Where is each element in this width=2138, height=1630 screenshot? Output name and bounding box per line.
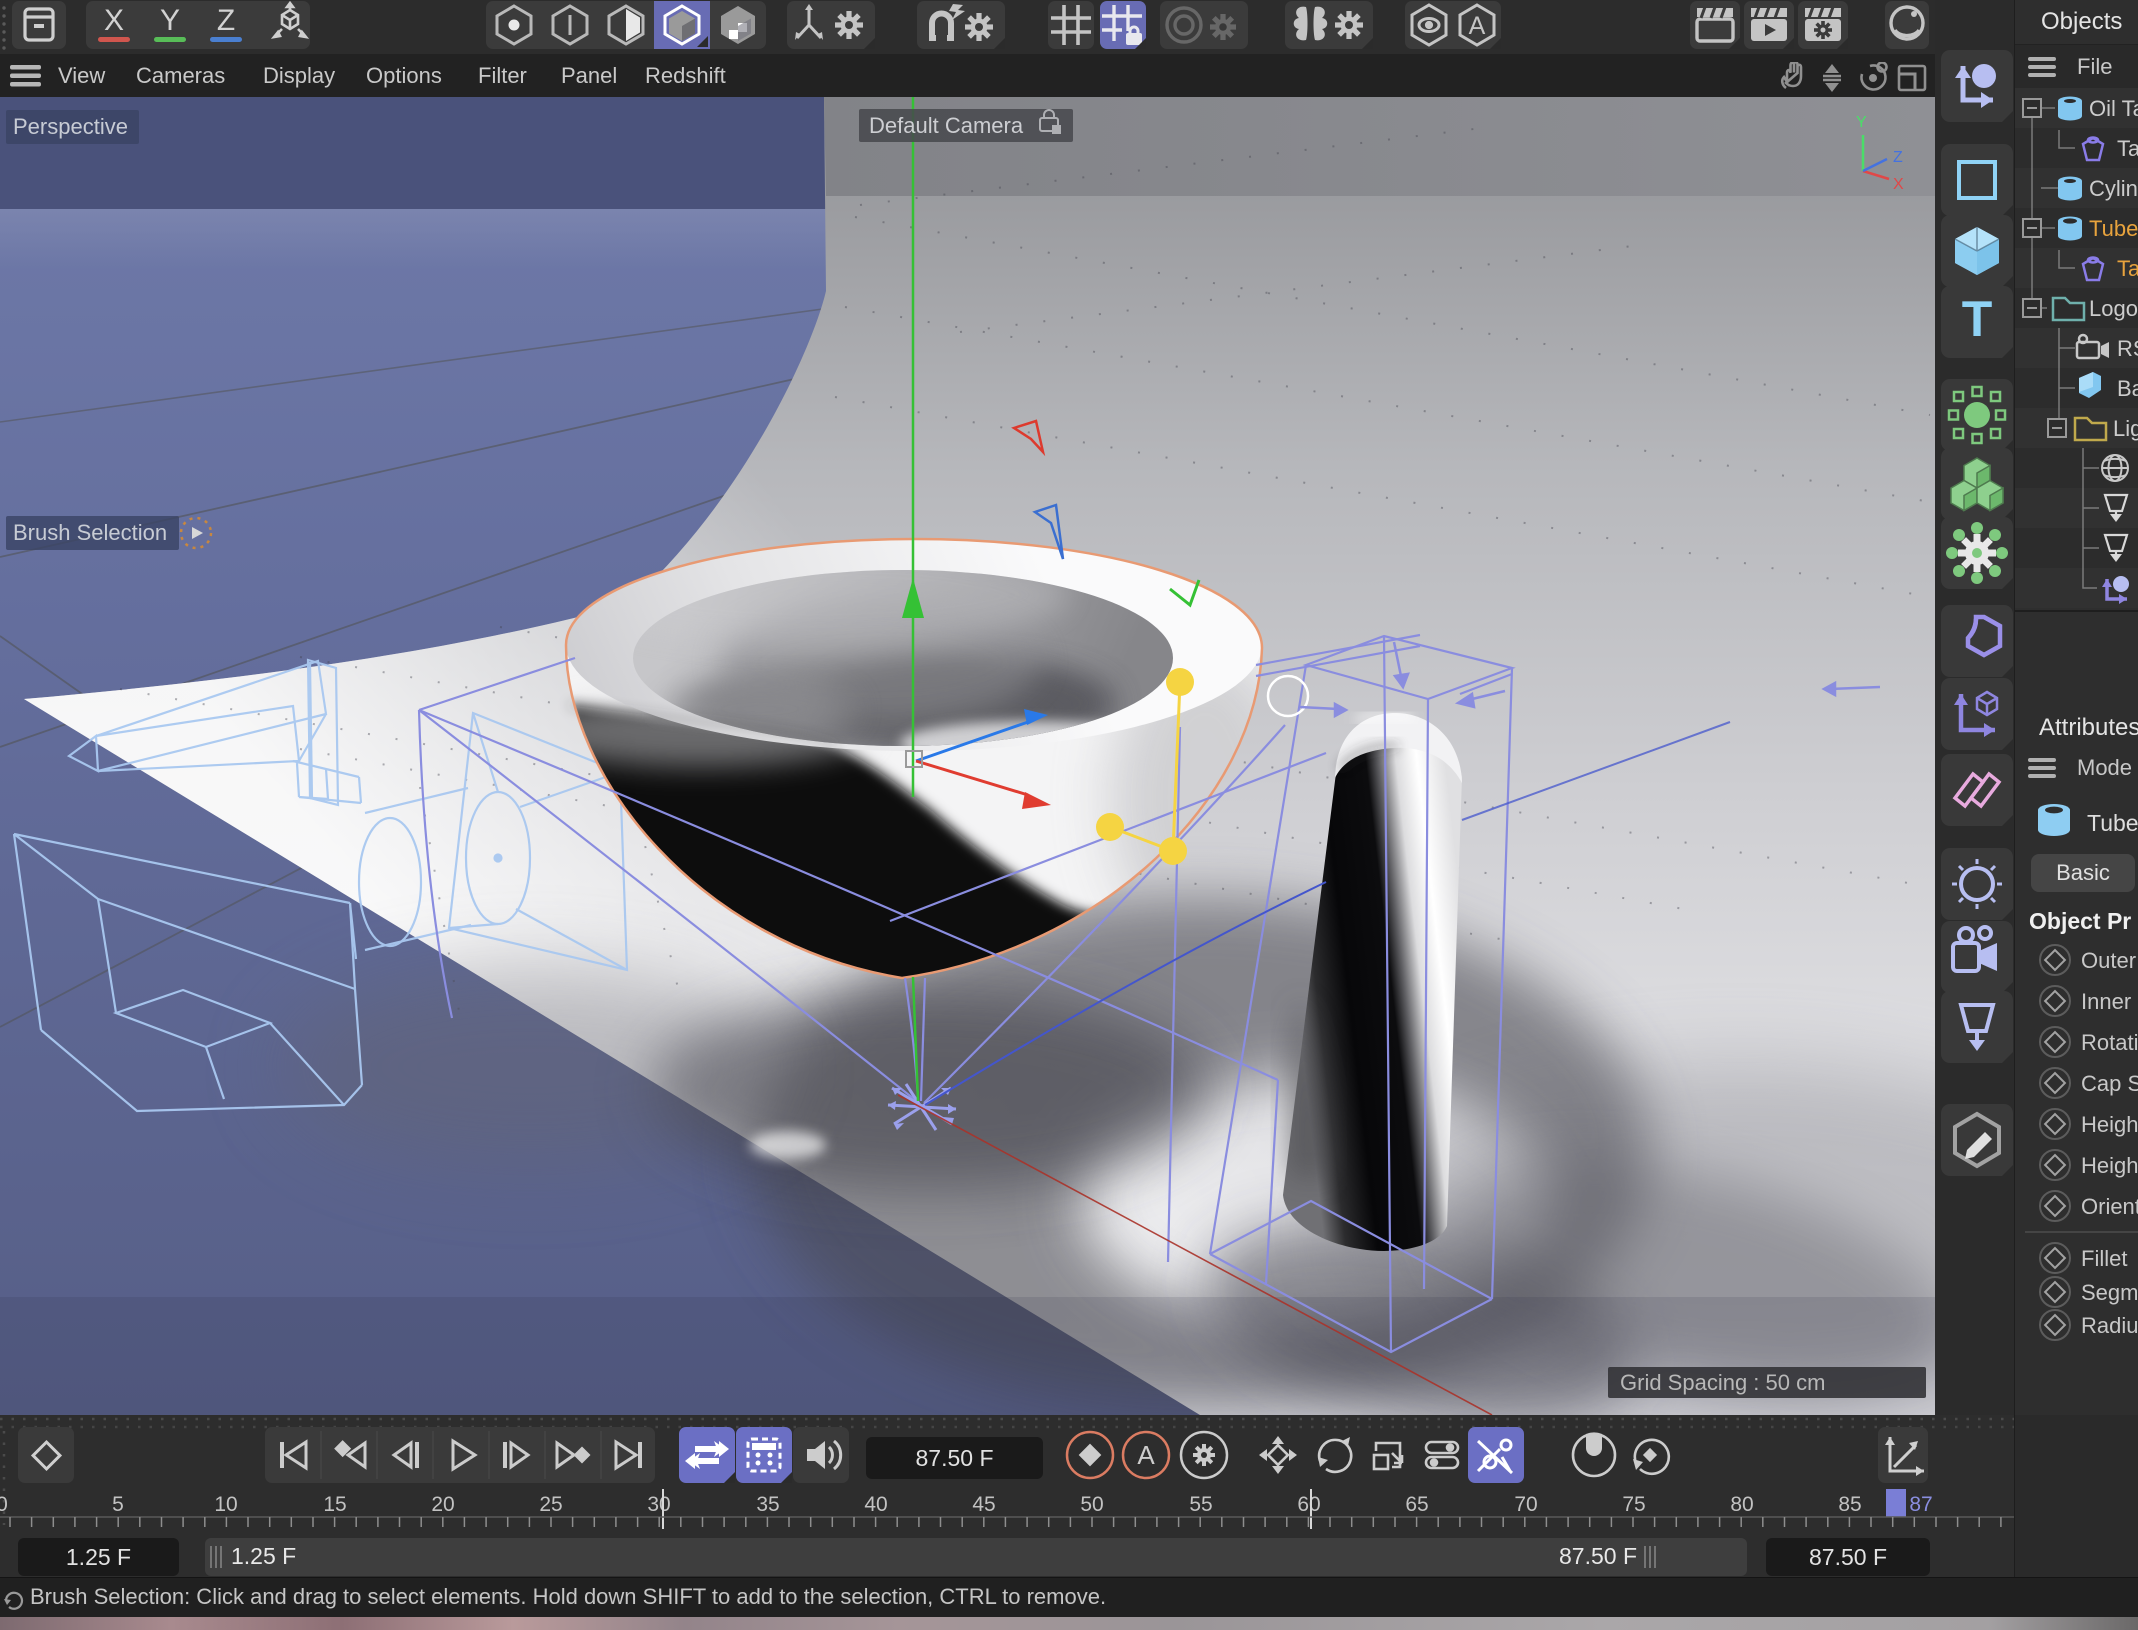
svg-text:Default Camera: Default Camera [869, 113, 1024, 138]
svg-text:Oil Ta: Oil Ta [2089, 96, 2138, 121]
svg-text:Ba: Ba [2117, 376, 2138, 401]
svg-text:65: 65 [1405, 1493, 1428, 1516]
svg-text:Rotatio: Rotatio [2081, 1030, 2138, 1055]
svg-text:Y: Y [1856, 114, 1867, 131]
svg-text:15: 15 [323, 1493, 346, 1516]
svg-text:0: 0 [0, 1493, 8, 1516]
svg-text:Brush Selection: Brush Selection [13, 520, 167, 545]
svg-text:Y: Y [160, 4, 180, 37]
svg-text:20: 20 [431, 1493, 454, 1516]
svg-text:X: X [104, 4, 124, 37]
svg-text:RS: RS [2117, 336, 2138, 361]
svg-text:Lig: Lig [2113, 416, 2138, 441]
svg-text:Segme: Segme [2081, 1280, 2138, 1305]
svg-text:Z: Z [217, 4, 235, 37]
svg-text:Logo: Logo [2089, 296, 2138, 321]
svg-text:85: 85 [1838, 1493, 1861, 1516]
svg-text:87: 87 [1909, 1493, 1932, 1516]
svg-text:75: 75 [1622, 1493, 1645, 1516]
svg-text:Z: Z [1893, 149, 1903, 166]
svg-text:A: A [1469, 12, 1486, 40]
svg-text:40: 40 [864, 1493, 887, 1516]
svg-text:Grid Spacing : 50 cm: Grid Spacing : 50 cm [1620, 1370, 1825, 1395]
svg-text:Height: Height [2081, 1153, 2138, 1178]
svg-text:5: 5 [112, 1493, 124, 1516]
svg-text:Height: Height [2081, 1112, 2138, 1137]
svg-text:Cylin: Cylin [2089, 176, 2138, 201]
svg-text:Ta: Ta [2117, 256, 2138, 281]
svg-text:30: 30 [647, 1493, 670, 1516]
svg-text:A: A [1137, 1440, 1155, 1470]
svg-text:55: 55 [1189, 1493, 1212, 1516]
svg-text:Perspective: Perspective [13, 114, 128, 139]
svg-text:Fillet: Fillet [2081, 1246, 2127, 1271]
svg-text:X: X [1893, 176, 1904, 193]
svg-text:25: 25 [539, 1493, 562, 1516]
svg-text:50: 50 [1080, 1493, 1103, 1516]
svg-text:60: 60 [1297, 1493, 1320, 1516]
svg-text:Outer: Outer [2081, 948, 2136, 973]
svg-text:80: 80 [1730, 1493, 1753, 1516]
svg-text:10: 10 [214, 1493, 237, 1516]
svg-text:Cap Se: Cap Se [2081, 1071, 2138, 1096]
svg-text:70: 70 [1514, 1493, 1537, 1516]
svg-text:T: T [1962, 291, 1993, 347]
svg-text:Radius: Radius [2081, 1313, 2138, 1338]
svg-text:Inner F: Inner F [2081, 989, 2138, 1014]
svg-text:Orient: Orient [2081, 1194, 2138, 1219]
svg-text:Ta: Ta [2117, 136, 2138, 161]
svg-text:Tube: Tube [2089, 216, 2138, 241]
svg-text:35: 35 [756, 1493, 779, 1516]
svg-text:45: 45 [972, 1493, 995, 1516]
